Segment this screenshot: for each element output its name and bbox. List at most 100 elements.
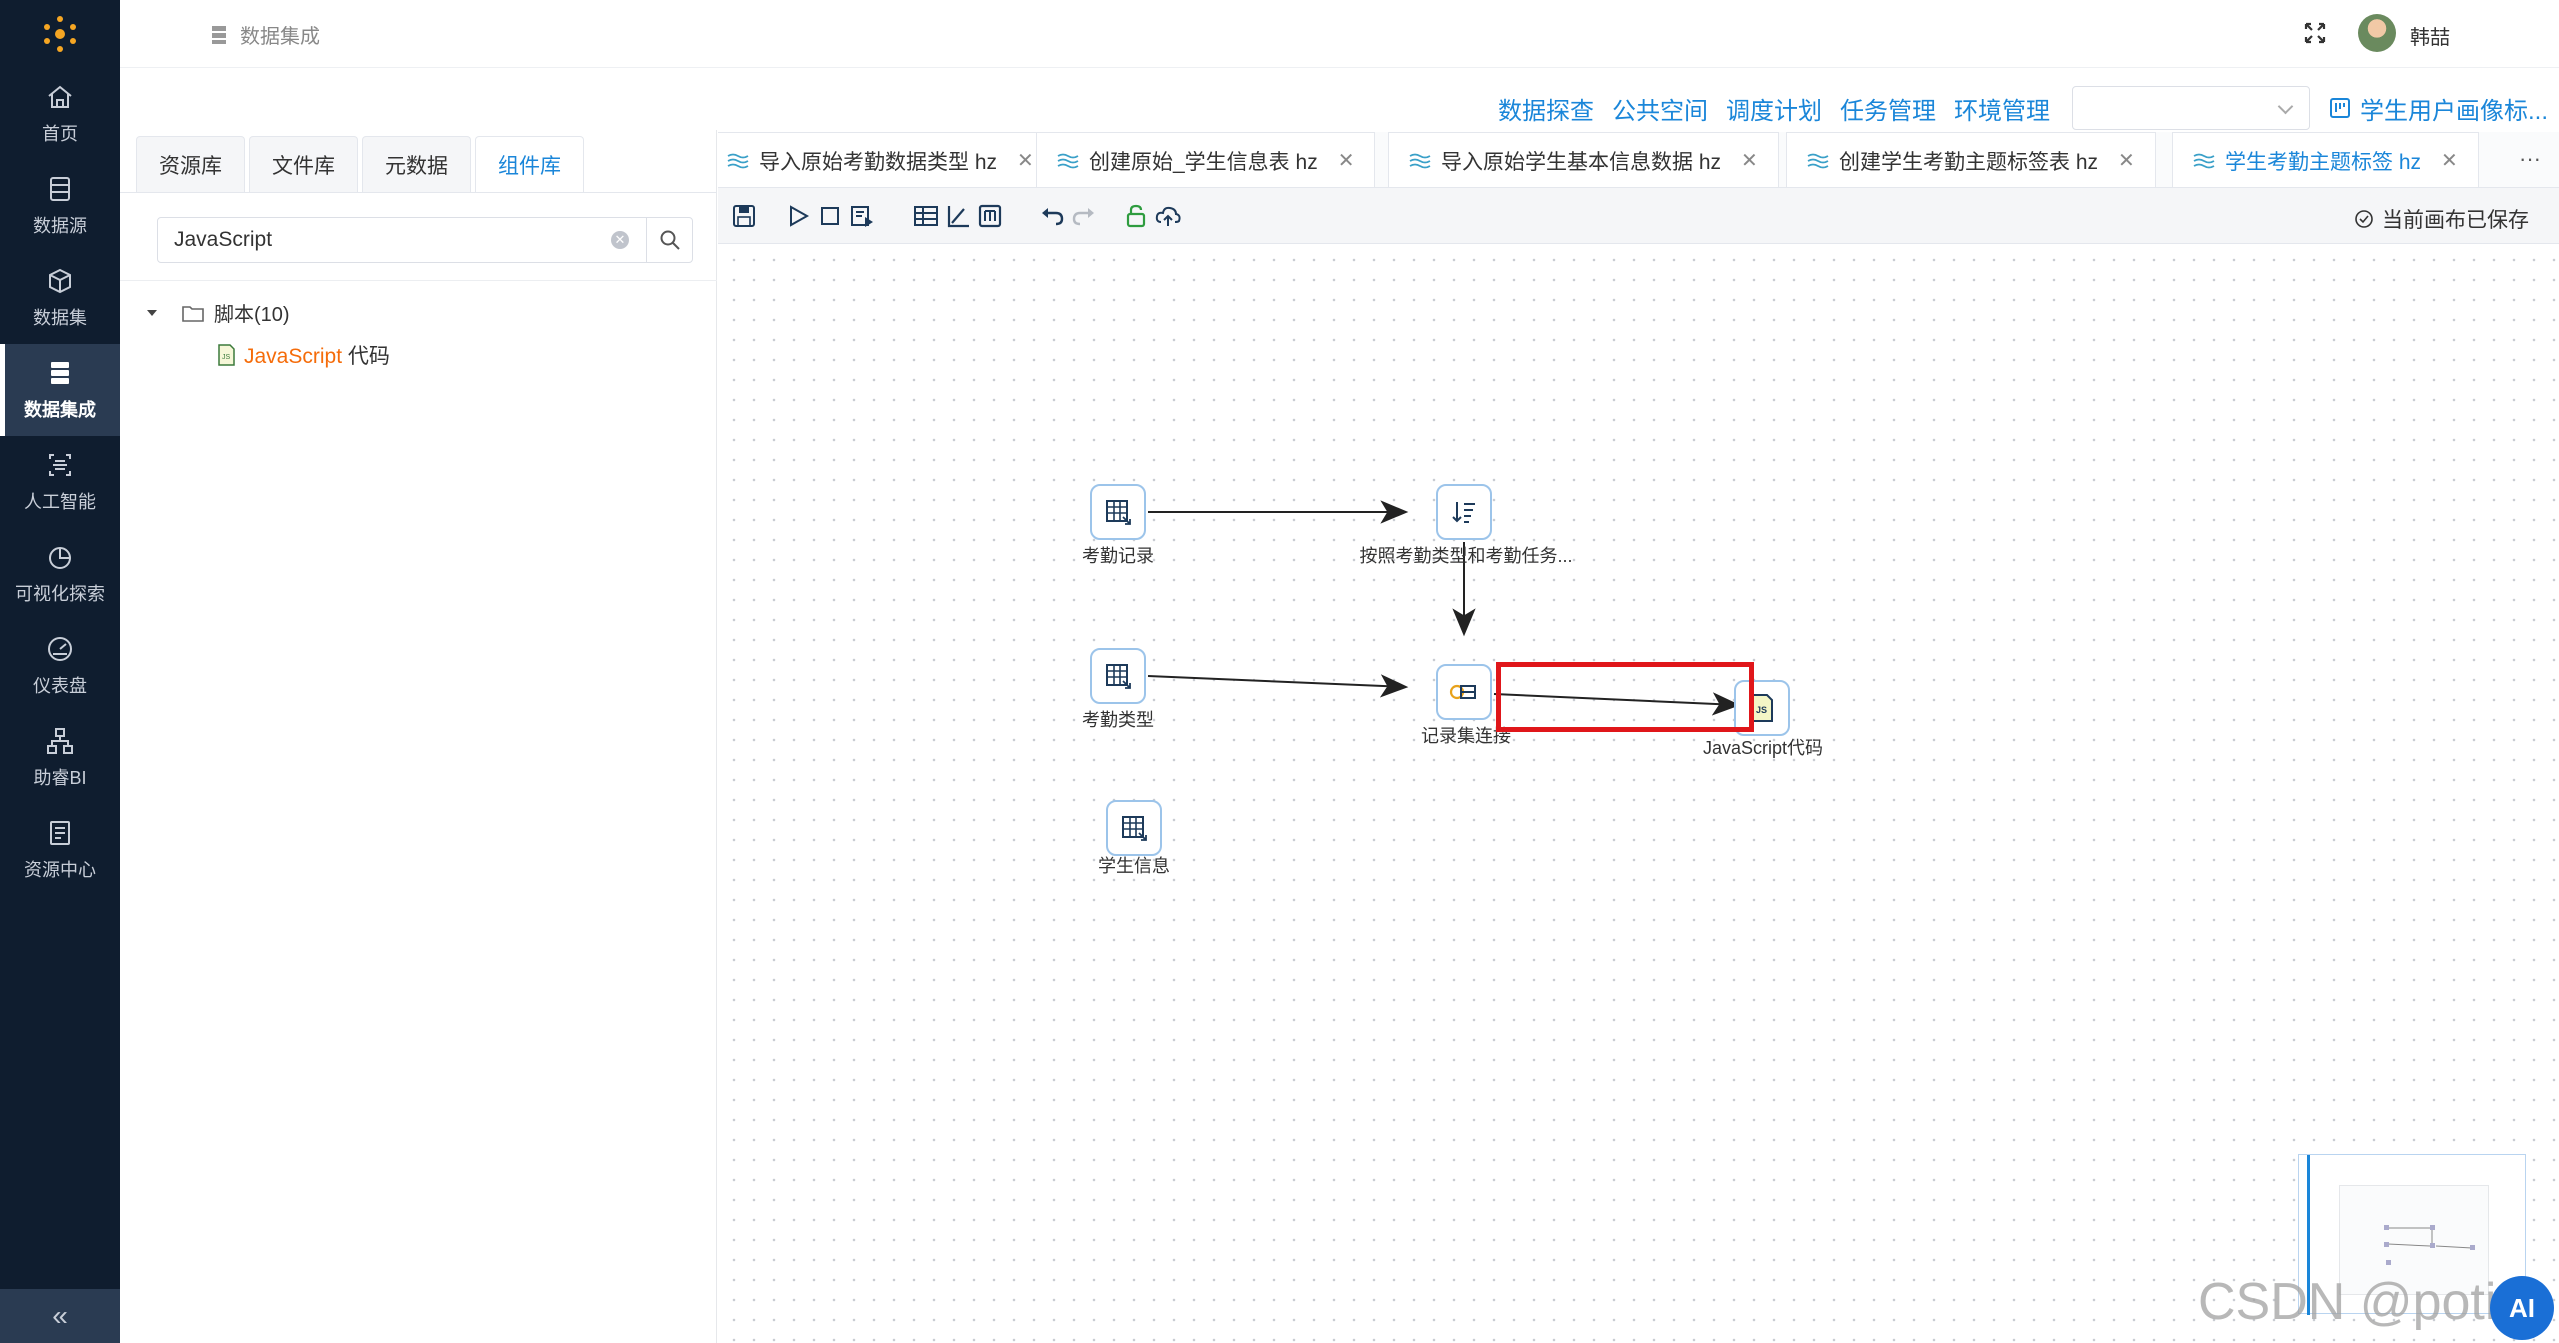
- environment-select[interactable]: [2072, 86, 2310, 130]
- link-public-space[interactable]: 公共空间: [1612, 91, 1708, 126]
- link-schedule-plan[interactable]: 调度计划: [1726, 91, 1822, 126]
- file-tab-label: 创建原始_学生信息表 hz: [1089, 150, 1318, 174]
- file-tab[interactable]: 创建学生考勤主题标签表 hz ✕: [1786, 132, 2156, 187]
- close-icon[interactable]: ✕: [2118, 148, 2135, 173]
- flow-edges: [1147, 500, 1741, 716]
- debug-run-icon[interactable]: [848, 202, 876, 230]
- nav-item-visual-explore[interactable]: 可视化探索: [0, 528, 120, 620]
- nav-item-home[interactable]: 首页: [0, 68, 120, 160]
- breadcrumb-title: 数据集成: [240, 26, 320, 48]
- project-portrait-label: 学生用户画像标...: [2360, 97, 2549, 125]
- flow-node-record-join[interactable]: [1436, 664, 1492, 720]
- nav-item-label: 数据源: [33, 216, 87, 236]
- close-icon[interactable]: ✕: [1017, 148, 1034, 173]
- flow-node-sort[interactable]: [1436, 484, 1492, 540]
- nav-item-dataset[interactable]: 数据集: [0, 252, 120, 344]
- nav-item-datasource[interactable]: 数据源: [0, 160, 120, 252]
- search-button[interactable]: [646, 218, 692, 262]
- left-nav: 首页 数据源 数据集 数据集成 人工智能 可视化探索 仪表盘 助睿BI 资源中心…: [0, 0, 120, 1343]
- top-header: 数据集成 韩喆: [120, 0, 2559, 68]
- file-tab-label: 学生考勤主题标签 hz: [2225, 150, 2422, 174]
- link-task-management[interactable]: 任务管理: [1840, 91, 1936, 126]
- app-logo[interactable]: [0, 0, 120, 68]
- run-icon[interactable]: [784, 202, 812, 230]
- close-icon[interactable]: ✕: [1338, 148, 1355, 173]
- nav-item-ai[interactable]: 人工智能: [0, 436, 120, 528]
- flow-node-attendance-type[interactable]: [1090, 648, 1146, 704]
- close-icon[interactable]: ✕: [1741, 148, 1758, 173]
- nav-item-label: 数据集: [33, 308, 87, 328]
- user-name[interactable]: 韩喆: [2410, 21, 2450, 50]
- search-input[interactable]: [158, 219, 598, 261]
- transform-icon: [727, 153, 749, 168]
- nav-item-resource-center[interactable]: 资源中心: [0, 804, 120, 896]
- svg-text:JS: JS: [222, 354, 231, 361]
- tab-component-library[interactable]: 组件库: [475, 136, 584, 192]
- grid-layout-icon[interactable]: [912, 202, 940, 230]
- file-tab[interactable]: 导入原始学生基本信息数据 hz ✕: [1388, 132, 1779, 187]
- tab-file-library[interactable]: 文件库: [249, 136, 358, 192]
- undo-icon[interactable]: [1038, 202, 1066, 230]
- nav-item-label: 仪表盘: [33, 676, 87, 696]
- flow-canvas[interactable]: 考勤记录 按照考勤类型和考勤任务... 考勤类型 记录集连接 JS JavaSc…: [718, 244, 2559, 1343]
- highlight-annotation-box: [1496, 662, 1754, 732]
- tree-item-javascript[interactable]: JS JavaScript 代码: [216, 340, 390, 370]
- file-tab-active[interactable]: 学生考勤主题标签 hz ✕: [2172, 132, 2479, 187]
- flow-node-label: 学生信息: [1098, 856, 1170, 876]
- lock-icon[interactable]: [1122, 202, 1150, 230]
- avatar[interactable]: [2358, 14, 2396, 52]
- tree-folder-label: 脚本(10): [214, 304, 290, 326]
- tab-repository[interactable]: 资源库: [136, 136, 245, 192]
- more-tabs-button[interactable]: ···: [2519, 146, 2541, 172]
- tab-metadata[interactable]: 元数据: [362, 136, 471, 192]
- save-status: 当前画布已保存: [2354, 204, 2529, 234]
- component-panel: 资源库 文件库 元数据 组件库 ✕ 脚本(10) JS JavaScript 代…: [120, 130, 717, 1343]
- publish-icon[interactable]: [1154, 202, 1182, 230]
- project-portrait-button[interactable]: 学生用户画像标...: [2328, 91, 2548, 126]
- file-tab[interactable]: 创建原始_学生信息表 hz ✕: [1036, 132, 1376, 187]
- redo-icon[interactable]: [1070, 202, 1098, 230]
- tab-divider: [120, 192, 717, 193]
- flow-node-student-info[interactable]: [1106, 800, 1162, 856]
- nav-item-dashboard[interactable]: 仪表盘: [0, 620, 120, 712]
- top-link-bar: 数据探查 公共空间 调度计划 任务管理 环境管理 学生用户画像标...: [1498, 86, 2548, 130]
- transform-icon: [1409, 153, 1431, 168]
- nav-item-label: 资源中心: [24, 860, 96, 880]
- divider: [120, 280, 717, 281]
- collapse-nav-button[interactable]: «: [0, 1289, 120, 1343]
- nav-item-data-integration[interactable]: 数据集成: [0, 344, 120, 436]
- flow-node-label: 考勤记录: [1082, 546, 1154, 566]
- flow-node-attendance-record[interactable]: [1090, 484, 1146, 540]
- svg-text:JS: JS: [1756, 705, 1767, 715]
- canvas-toolbar: 当前画布已保存: [718, 188, 2559, 244]
- edge[interactable]: [1147, 674, 1409, 698]
- transform-icon: [1057, 153, 1079, 168]
- align-icon[interactable]: [944, 202, 972, 230]
- document-icon: [50, 821, 70, 845]
- table-input-icon: [1122, 816, 1147, 841]
- nav-item-label: 助睿BI: [33, 768, 87, 788]
- nav-item-zhurui-bi[interactable]: 助睿BI: [0, 712, 120, 804]
- file-tab-label: 导入原始考勤数据类型 hz: [759, 150, 998, 174]
- stop-icon[interactable]: [816, 202, 844, 230]
- file-tab[interactable]: 导入原始考勤数据类型 hz ✕: [718, 132, 1055, 187]
- join-icon: [1449, 684, 1476, 700]
- panel-tabs: 资源库 文件库 元数据 组件库: [136, 136, 584, 192]
- tree-folder-scripts[interactable]: 脚本(10): [146, 298, 290, 327]
- flow-node-label: 考勤类型: [1082, 710, 1154, 730]
- save-icon[interactable]: [730, 202, 758, 230]
- fullscreen-icon[interactable]: [2300, 18, 2330, 48]
- server-icon: [51, 362, 69, 384]
- ai-assistant-button[interactable]: AI: [2490, 1276, 2554, 1340]
- close-icon[interactable]: ✕: [2441, 148, 2458, 173]
- link-data-explore[interactable]: 数据探查: [1498, 91, 1594, 126]
- link-env-management[interactable]: 环境管理: [1954, 91, 2050, 126]
- org-chart-icon: [47, 728, 73, 754]
- cube-icon: [49, 268, 71, 294]
- clear-search-icon[interactable]: ✕: [611, 231, 629, 249]
- component-search: ✕: [157, 217, 693, 263]
- pie-chart-icon: [49, 547, 71, 569]
- caret-down-icon[interactable]: [146, 307, 158, 319]
- table-view-icon[interactable]: [976, 202, 1004, 230]
- file-tab-label: 创建学生考勤主题标签表 hz: [1839, 150, 2099, 174]
